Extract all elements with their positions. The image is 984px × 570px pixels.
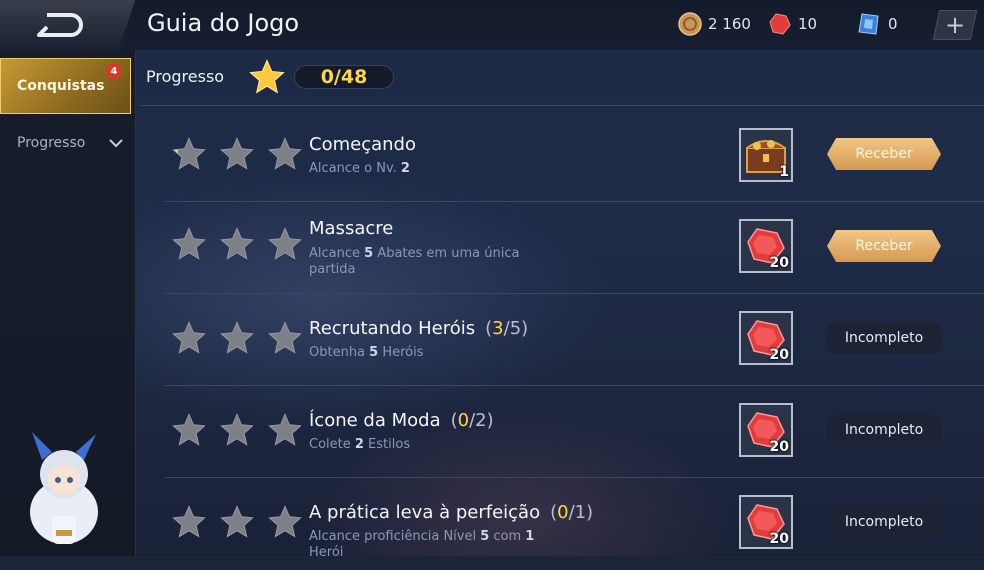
coin-icon [678, 12, 702, 36]
ticket-amount: 0 [888, 15, 898, 33]
achievement-description: Obtenha 5 Heróis [309, 345, 424, 360]
tab-conquistas[interactable]: Conquistas 4 [0, 58, 131, 114]
achievement-star-icon [220, 137, 254, 170]
achievement-title: A prática leva à perfeição (0/1) [309, 502, 594, 523]
achievement-title: Massacre [309, 218, 394, 239]
coin-amount: 2 160 [708, 15, 751, 33]
achievement-star-icon [172, 137, 206, 170]
add-currency-button[interactable]: + [932, 10, 978, 40]
achievement-title: Recrutando Heróis (3/5) [309, 318, 529, 339]
back-button[interactable] [0, 0, 135, 50]
achievement-star-icon [220, 413, 254, 446]
achievement-star-icon [268, 505, 302, 538]
achievement-description: Colete 2 Estilos [309, 437, 411, 452]
achievement-count: (3/5) [485, 318, 529, 339]
ticket-counter: 0 [856, 12, 898, 36]
achievement-row: Massacre Alcance 5 Abates em uma única p… [165, 202, 984, 294]
progress-label: Progresso [146, 67, 225, 86]
incomplete-button: Incompleto [827, 506, 941, 538]
achievement-count: (0/1) [550, 502, 594, 523]
reward-quantity: 20 [769, 531, 789, 547]
achievement-stars [171, 320, 303, 356]
receive-button[interactable]: Receber [827, 230, 941, 262]
tab-progresso-label: Progresso [17, 135, 86, 151]
achievement-star-icon [172, 321, 206, 354]
achievement-star-icon [220, 227, 254, 260]
achievement-row: Começando Alcance o Nv. 2 1 Receber [165, 110, 984, 202]
coin-counter: 2 160 [678, 12, 751, 36]
tab-conquistas-label: Conquistas [17, 78, 105, 94]
achievement-star-icon [220, 321, 254, 354]
tab-progresso[interactable]: Progresso [17, 135, 124, 151]
achievement-star-icon [172, 413, 206, 446]
achievement-stars [171, 412, 303, 448]
back-arrow-icon [36, 13, 83, 37]
plus-icon: + [944, 11, 966, 39]
achievement-star-icon [220, 505, 254, 538]
achievement-stars [171, 504, 303, 540]
notification-badge: 4 [106, 63, 122, 79]
reward-slot[interactable]: 1 [739, 128, 793, 182]
achievement-star-icon [172, 227, 206, 260]
achievement-description: Alcance o Nv. 2 [309, 161, 410, 176]
reward-slot[interactable]: 20 [739, 311, 793, 365]
achievement-star-icon [268, 413, 302, 446]
divider [140, 105, 984, 106]
reward-quantity: 20 [769, 347, 789, 363]
incomplete-button: Incompleto [827, 414, 941, 446]
blue-ticket-icon [858, 13, 879, 35]
reward-slot[interactable]: 20 [739, 403, 793, 457]
achievement-row: A prática leva à perfeição (0/1) Alcance … [165, 478, 984, 570]
achievement-stars [171, 136, 303, 172]
gem-counter: 10 [768, 12, 817, 36]
reward-quantity: 1 [779, 164, 789, 180]
progress-counter: 0/48 [294, 65, 394, 89]
achievement-stars [171, 226, 303, 262]
reward-quantity: 20 [769, 255, 789, 271]
red-gem-icon [769, 13, 791, 35]
achievement-star-icon [172, 505, 206, 538]
incomplete-button: Incompleto [827, 322, 941, 354]
achievement-star-icon [268, 321, 302, 354]
receive-button[interactable]: Receber [827, 138, 941, 170]
achievement-description: Alcance 5 Abates em uma única partida [309, 246, 520, 277]
mascot-character-image [30, 432, 98, 544]
achievement-row: Recrutando Heróis (3/5) Obtenha 5 Heróis … [165, 294, 984, 386]
achievement-count: (0/2) [450, 410, 494, 431]
achievement-star-icon [268, 137, 302, 170]
page-title: Guia do Jogo [147, 9, 300, 37]
achievement-title: Ícone da Moda (0/2) [309, 410, 494, 431]
gold-star-icon [249, 59, 285, 94]
sidebar: Conquistas 4 Progresso [0, 50, 136, 556]
reward-slot[interactable]: 20 [739, 219, 793, 273]
gem-amount: 10 [798, 15, 818, 33]
top-bar: Guia do Jogo 2 160 10 0 + [0, 0, 984, 50]
reward-slot[interactable]: 20 [739, 495, 793, 549]
reward-quantity: 20 [769, 439, 789, 455]
achievement-description: Alcance proficiência Nível 5 com 1 Herói [309, 529, 535, 560]
achievement-title: Começando [309, 134, 416, 155]
achievement-row: Ícone da Moda (0/2) Colete 2 Estilos 20 I… [165, 386, 984, 478]
chevron-down-icon [109, 138, 124, 147]
achievement-star-icon [268, 227, 302, 260]
